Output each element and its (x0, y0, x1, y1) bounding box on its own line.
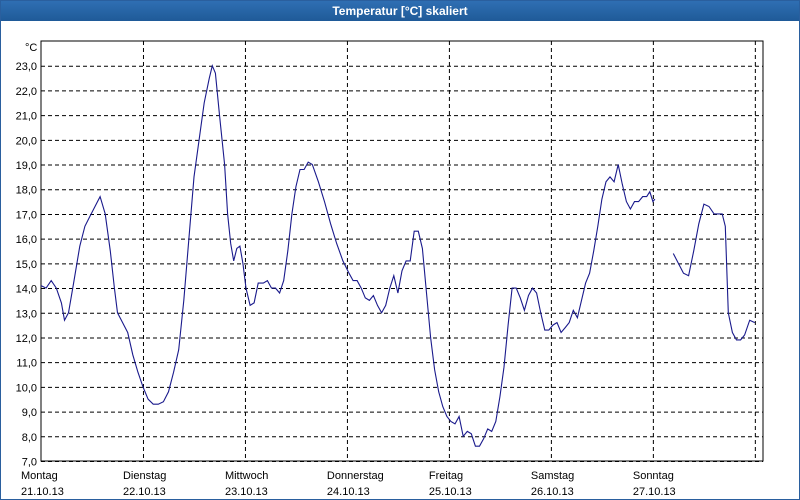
y-tick-label: 14,0 (16, 284, 37, 296)
y-tick-label: 13,0 (16, 308, 37, 320)
y-tick-label: 22,0 (16, 86, 37, 98)
temperature-line-chart: °C 7,0 8,0 9,0 10,0 11,0 12,0 13,0 14,0 15,0 16,0… (16, 40, 764, 498)
x-tick-day: Mittwoch (225, 470, 268, 482)
y-tick-label: 8,0 (22, 432, 37, 444)
x-tick-day: Dienstag (123, 470, 166, 482)
x-tick-day: Freitag (429, 470, 463, 482)
plot-area (40, 40, 764, 462)
x-tick-date: 26.10.13 (531, 486, 574, 498)
y-tick-label: 9,0 (22, 407, 37, 419)
chart-window: Temperatur [°C] skaliert °C 7,0 8,0 9,0 10,… (0, 0, 800, 500)
y-tick-label: 17,0 (16, 209, 37, 221)
x-tick-date: 24.10.13 (327, 486, 370, 498)
y-tick-label: 11,0 (16, 358, 37, 370)
y-tick-label: 7,0 (22, 457, 37, 469)
y-tick-labels: 7,0 8,0 9,0 10,0 11,0 12,0 13,0 14,0 15,0 16,0 17,… (16, 61, 37, 468)
x-tick-date: 21.10.13 (21, 486, 64, 498)
x-tick-date: 22.10.13 (123, 486, 166, 498)
y-tick-label: 12,0 (16, 333, 37, 345)
x-tick-labels: Montag 21.10.13 Dienstag 22.10.13 Mittwoch 23… (21, 470, 676, 498)
y-tick-label: 16,0 (16, 234, 37, 246)
y-tick-label: 21,0 (16, 111, 37, 123)
y-tick-label: 19,0 (16, 160, 37, 172)
x-tick-day: Montag (21, 470, 58, 482)
y-axis-unit: °C (25, 42, 37, 54)
y-tick-label: 18,0 (16, 185, 37, 197)
x-tick-day: Donnerstag (327, 470, 384, 482)
x-tick-date: 27.10.13 (633, 486, 676, 498)
x-tick-date: 23.10.13 (225, 486, 268, 498)
y-tick-label: 23,0 (16, 61, 37, 73)
x-tick-day: Samstag (531, 470, 574, 482)
x-tick-date: 25.10.13 (429, 486, 472, 498)
y-tick-label: 10,0 (16, 382, 37, 394)
x-tick-day: Sonntag (633, 470, 674, 482)
y-tick-label: 15,0 (16, 259, 37, 271)
y-tick-label: 20,0 (16, 135, 37, 147)
